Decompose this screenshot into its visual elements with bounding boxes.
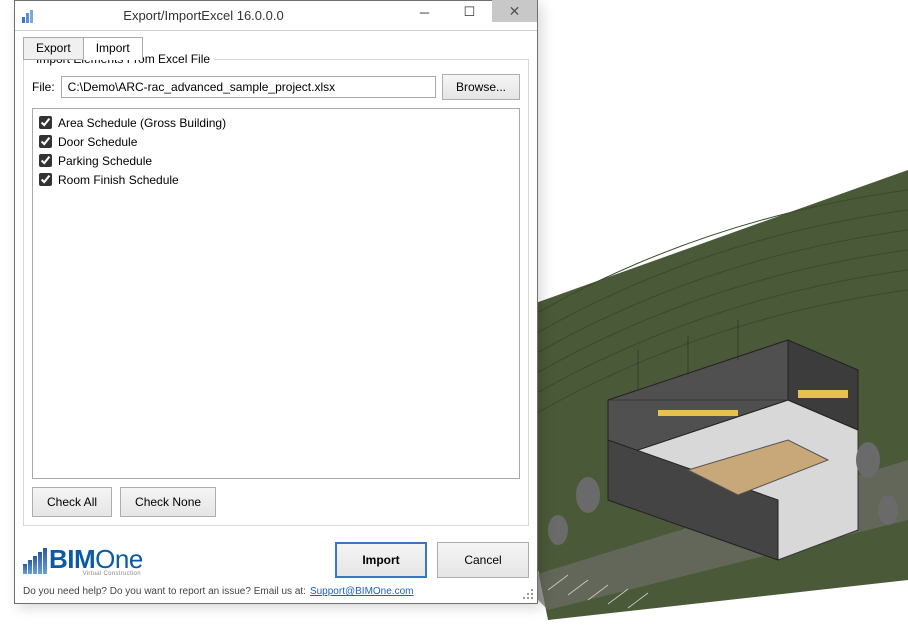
tab-export[interactable]: Export bbox=[23, 37, 84, 60]
file-label: File: bbox=[32, 80, 55, 94]
export-import-dialog: Export/ImportExcel 16.0.0.0 ─ ☐ ✕ Export… bbox=[14, 0, 538, 604]
list-item[interactable]: Door Schedule bbox=[39, 132, 513, 151]
check-all-button[interactable]: Check All bbox=[32, 487, 112, 517]
tab-bar: Export Import bbox=[23, 37, 529, 60]
minimize-button[interactable]: ─ bbox=[402, 1, 447, 23]
list-item[interactable]: Room Finish Schedule bbox=[39, 170, 513, 189]
background-3d-view bbox=[488, 100, 908, 620]
browse-button[interactable]: Browse... bbox=[442, 74, 520, 100]
help-text: Do you need help? Do you want to report … bbox=[23, 586, 306, 597]
help-row: Do you need help? Do you want to report … bbox=[15, 584, 537, 603]
tab-import[interactable]: Import bbox=[83, 37, 143, 60]
file-path-input[interactable] bbox=[61, 76, 436, 98]
list-item-label: Room Finish Schedule bbox=[58, 173, 179, 187]
close-button[interactable]: ✕ bbox=[492, 0, 537, 22]
app-icon bbox=[21, 8, 37, 24]
checkbox[interactable] bbox=[39, 135, 52, 148]
checkbox[interactable] bbox=[39, 116, 52, 129]
check-none-button[interactable]: Check None bbox=[120, 487, 216, 517]
window-controls: ─ ☐ ✕ bbox=[402, 1, 537, 30]
titlebar[interactable]: Export/ImportExcel 16.0.0.0 ─ ☐ ✕ bbox=[15, 1, 537, 31]
maximize-button[interactable]: ☐ bbox=[447, 1, 492, 23]
footer: BIMOne Virtual Construction Import Cance… bbox=[15, 530, 537, 584]
resize-grip-icon[interactable] bbox=[521, 587, 535, 601]
file-row: File: Browse... bbox=[32, 74, 520, 100]
action-buttons: Import Cancel bbox=[335, 542, 529, 578]
cancel-button[interactable]: Cancel bbox=[437, 542, 529, 578]
checkbox[interactable] bbox=[39, 154, 52, 167]
logo: BIMOne Virtual Construction bbox=[23, 544, 143, 577]
import-group: Import Elements From Excel File File: Br… bbox=[23, 59, 529, 526]
schedule-list[interactable]: Area Schedule (Gross Building) Door Sche… bbox=[32, 108, 520, 479]
support-email-link[interactable]: Support@BIMOne.com bbox=[310, 586, 414, 597]
window-title: Export/ImportExcel 16.0.0.0 bbox=[45, 8, 402, 23]
dialog-body: Export Import Import Elements From Excel… bbox=[15, 31, 537, 530]
checkbox[interactable] bbox=[39, 173, 52, 186]
list-item[interactable]: Parking Schedule bbox=[39, 151, 513, 170]
list-item-label: Area Schedule (Gross Building) bbox=[58, 116, 226, 130]
list-item-label: Parking Schedule bbox=[58, 154, 152, 168]
logo-text: BIMOne bbox=[49, 544, 143, 575]
check-button-row: Check All Check None bbox=[32, 487, 520, 517]
import-button[interactable]: Import bbox=[335, 542, 427, 578]
list-item[interactable]: Area Schedule (Gross Building) bbox=[39, 113, 513, 132]
logo-icon bbox=[23, 546, 47, 574]
list-item-label: Door Schedule bbox=[58, 135, 137, 149]
